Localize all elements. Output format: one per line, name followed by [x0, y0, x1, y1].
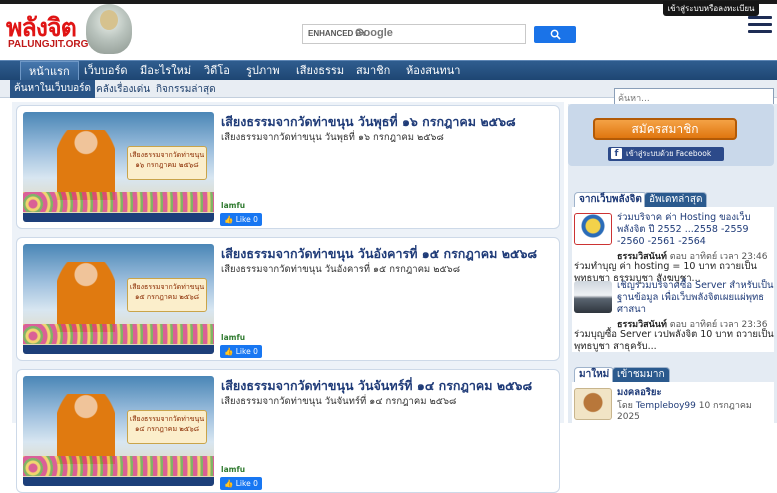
post-subtitle: เสียงธรรมจากวัดท่าขนุน วันพุธที่ ๑๖ กรกฎ… [221, 132, 444, 143]
facebook-login-button[interactable]: f เข้าสู่ระบบด้วย Facebook [608, 147, 724, 161]
latest-item-title[interactable]: มงคลอริยะ [617, 387, 777, 399]
thumb-up-icon: 👍 [224, 479, 234, 488]
google-search-input[interactable]: ENHANCED BY Google [302, 24, 526, 44]
thumbnail-date: ๑๔ กรกฎาคม ๒๕๖๘ [134, 425, 200, 433]
sidebar-latest-panel: มงคลอริยะ โดย Templeboy99 10 กรกฎาคม 202… [572, 382, 774, 423]
server-post-icon [574, 281, 612, 313]
latest-item-by: โดย [617, 401, 633, 411]
thumbnail-plate: เสียงธรรมจากวัดท่าขนุน ๑๖ กรกฎาคม ๒๕๖๘ [127, 146, 207, 180]
thumbnail-date: ๑๕ กรกฎาคม ๒๕๖๘ [134, 293, 200, 301]
tab-most-viewed[interactable]: เข้าชมมาก [612, 367, 670, 382]
nav-chat-room[interactable]: ห้องสนทนา [406, 61, 460, 81]
post-subtitle: เสียงธรรมจากวัดท่าขนุน วันจันทร์ที่ ๑๔ ก… [221, 396, 457, 407]
thumbnail-footer [23, 213, 214, 222]
sidebar-post-title[interactable]: เชิญร่วมบริจาคซื้อ Server สำหรับเป็นฐานข… [617, 280, 777, 316]
subnav-featured[interactable]: คลังเรื่องเด่น [96, 82, 150, 97]
post-author[interactable]: lamfu [221, 201, 245, 210]
thumbnail-text: เสียงธรรมจากวัดท่าขนุน [129, 283, 205, 291]
tab-latest-updates[interactable]: อัพเดทล่าสุด [644, 192, 708, 207]
monk-image-icon [57, 394, 115, 464]
sidebar-post-title[interactable]: ร่วมบริจาค ค่า Hosting ของเว็บพลังจิต ปี… [617, 212, 777, 248]
thumbnail-date: ๑๖ กรกฎาคม ๒๕๖๘ [135, 161, 199, 169]
facebook-login-label: เข้าสู่ระบบด้วย Facebook [626, 149, 712, 158]
content-list: เสียงธรรมจากวัดท่าขนุน ๑๖ กรกฎาคม ๒๕๖๘ เ… [12, 102, 564, 493]
facebook-icon: f [611, 148, 622, 159]
palungjit-post-icon [574, 213, 612, 245]
subnav-recent-activity[interactable]: กิจกรรมล่าสุด [156, 82, 216, 97]
post-author[interactable]: lamfu [221, 333, 245, 342]
thumb-up-icon: 👍 [224, 347, 234, 356]
post-title[interactable]: เสียงธรรมจากวัดท่าขนุน วันจันทร์ที่ ๑๔ ก… [221, 376, 532, 396]
monk-image-icon [57, 130, 115, 200]
buddha-logo-icon [86, 4, 132, 54]
post-title[interactable]: เสียงธรรมจากวัดท่าขนุน วันอังคารที่ ๑๕ ก… [221, 244, 537, 264]
thumbnail-text: เสียงธรรมจากวัดท่าขนุน [129, 151, 205, 159]
nav-members[interactable]: สมาชิก [356, 61, 390, 81]
top-bar [0, 0, 777, 4]
subnav-search-webboard[interactable]: ค้นหาในเว็บบอร์ด [10, 80, 96, 98]
facebook-like-button[interactable]: 👍 Like 0 [220, 345, 262, 358]
thumbnail-plate: เสียงธรรมจากวัดท่าขนุน ๑๔ กรกฎาคม ๒๕๖๘ [127, 410, 207, 444]
search-button[interactable] [534, 26, 576, 43]
nav-home[interactable]: หน้าแรก [20, 61, 79, 81]
thumbnail-plate: เสียงธรรมจากวัดท่าขนุน ๑๕ กรกฎาคม ๒๕๖๘ [127, 278, 207, 312]
nav-pictures[interactable]: รูปภาพ [246, 61, 280, 81]
list-item[interactable]: เสียงธรรมจากวัดท่าขนุน ๑๔ กรกฎาคม ๒๕๖๘ เ… [16, 369, 560, 493]
hamburger-icon[interactable] [748, 16, 772, 34]
post-author[interactable]: lamfu [221, 465, 245, 474]
facebook-like-button[interactable]: 👍 Like 0 [220, 213, 262, 226]
like-label: Like 0 [235, 347, 258, 356]
tab-from-palungjit[interactable]: จากเว็บพลังจิต [574, 192, 647, 207]
post-title[interactable]: เสียงธรรมจากวัดท่าขนุน วันพุธที่ ๑๖ กรกฎ… [221, 112, 516, 132]
like-label: Like 0 [235, 215, 258, 224]
nav-dhamma-audio[interactable]: เสียงธรรม [296, 61, 344, 81]
post-thumbnail[interactable]: เสียงธรรมจากวัดท่าขนุน ๑๖ กรกฎาคม ๒๕๖๘ [23, 112, 214, 222]
latest-item-meta: โดย Templeboy99 10 กรกฎาคม 2025 [617, 401, 773, 423]
post-thumbnail[interactable]: เสียงธรรมจากวัดท่าขนุน ๑๔ กรกฎาคม ๒๕๖๘ [23, 376, 214, 486]
thumbnail-footer [23, 345, 214, 354]
google-label: Google [355, 27, 393, 39]
logo-subtitle: PALUNGJIT.ORG [8, 39, 89, 50]
list-item[interactable]: เสียงธรรมจากวัดท่าขนุน ๑๕ กรกฎาคม ๒๕๖๘ เ… [16, 237, 560, 361]
site-search-input[interactable]: ค้นหา... [614, 88, 774, 105]
search-icon [550, 29, 561, 40]
post-subtitle: เสียงธรรมจากวัดท่าขนุน วันอังคารที่ ๑๕ ก… [221, 264, 461, 275]
nav-whats-new[interactable]: มีอะไรใหม่ [140, 61, 191, 81]
flowers-decoration [23, 192, 214, 212]
main-nav: หน้าแรก เว็บบอร์ด มีอะไรใหม่ วิดีโอ รูปภ… [0, 60, 777, 81]
login-register-link[interactable]: เข้าสู่ระบบหรือลงทะเบียน [663, 1, 759, 16]
post-thumbnail[interactable]: เสียงธรรมจากวัดท่าขนุน ๑๕ กรกฎาคม ๒๕๖๘ [23, 244, 214, 354]
thumb-up-icon: 👍 [224, 215, 234, 224]
list-item[interactable]: เสียงธรรมจากวัดท่าขนุน ๑๖ กรกฎาคม ๒๕๖๘ เ… [16, 105, 560, 229]
tab-new[interactable]: มาใหม่ [574, 367, 615, 382]
sidebar: สมัครสมาชิก f เข้าสู่ระบบด้วย Facebook จ… [568, 104, 777, 423]
nav-video[interactable]: วิดีโอ [204, 61, 230, 81]
facebook-like-button[interactable]: 👍 Like 0 [220, 477, 262, 490]
monk-image-icon [57, 262, 115, 332]
sidebar-posts-panel: ร่วมบริจาค ค่า Hosting ของเว็บพลังจิต ปี… [572, 207, 774, 352]
latest-item-author[interactable]: Templeboy99 [636, 401, 696, 411]
nav-webboard[interactable]: เว็บบอร์ด [84, 61, 128, 81]
flowers-decoration [23, 324, 214, 344]
join-box: สมัครสมาชิก f เข้าสู่ระบบด้วย Facebook [568, 104, 774, 166]
latest-item-icon [574, 388, 612, 420]
thumbnail-footer [23, 477, 214, 486]
sidebar-post-excerpt: ร่วมบุญซื้อ Server เวปพลังจิต 10 บาท ถวา… [574, 329, 774, 352]
register-button[interactable]: สมัครสมาชิก [593, 118, 737, 140]
site-logo[interactable]: พลังจิต PALUNGJIT.ORG [6, 4, 136, 56]
like-label: Like 0 [235, 479, 258, 488]
flowers-decoration [23, 456, 214, 476]
